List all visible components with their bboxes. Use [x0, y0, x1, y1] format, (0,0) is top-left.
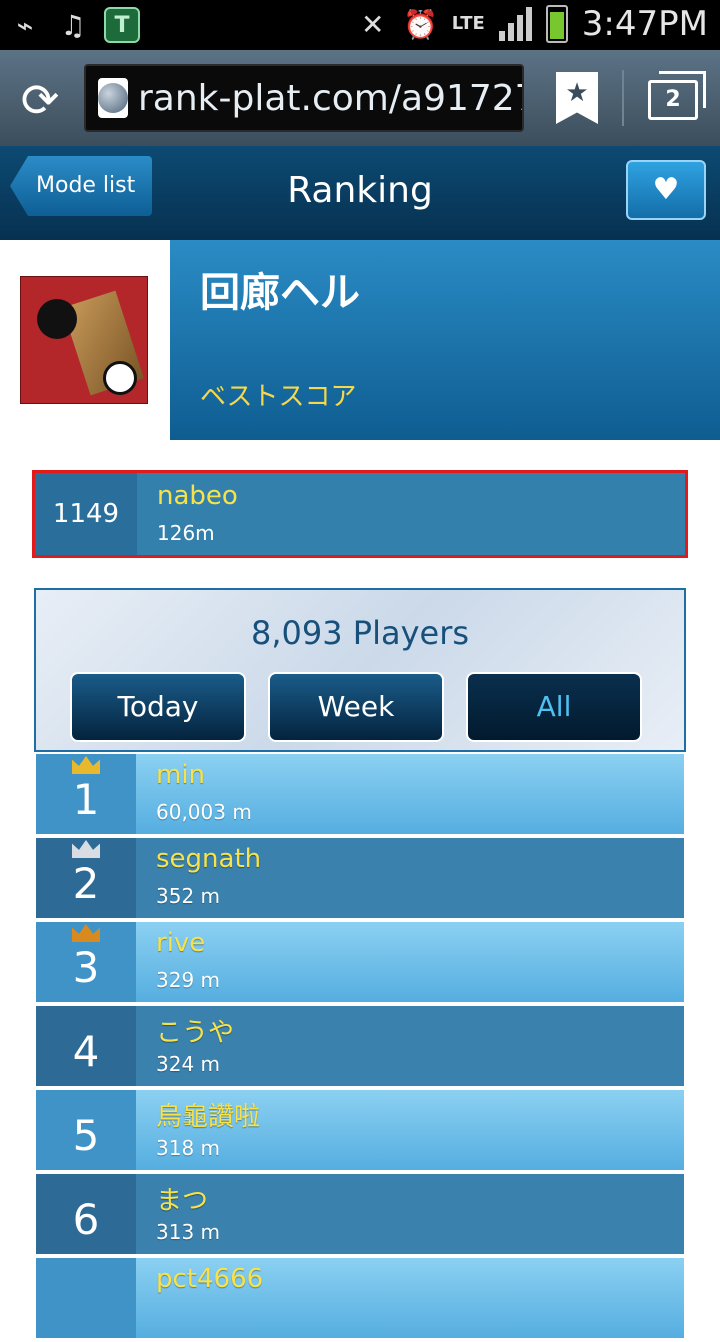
bookmark-icon[interactable]: ★ [556, 72, 598, 124]
player-name: 烏龜讚啦 [156, 1102, 261, 1132]
tabs-button[interactable]: 2 [648, 71, 706, 120]
url-bar[interactable]: rank-plat.com/a9172706 [84, 64, 524, 132]
players-count: 8,093 Players [250, 614, 470, 652]
ranking-row[interactable]: 6 まつ 313 m [36, 1174, 684, 1254]
player-score: 329 m [156, 968, 221, 992]
ranking-row[interactable]: 1 min 60,003 m [36, 754, 684, 834]
headset-icon: ♫ [60, 8, 86, 42]
android-favorite-icon[interactable]: ♥ [626, 160, 706, 220]
players-panel: 8,093 Players Today Week All [34, 588, 686, 752]
signal-icon [498, 7, 532, 41]
network-type: LTE [451, 13, 485, 34]
player-name: min [156, 760, 206, 790]
app-header: Mode list Ranking ♥ [0, 146, 720, 240]
rank-number: 6 [36, 1174, 136, 1254]
url-text: rank-plat.com/a9172706 [138, 77, 522, 119]
ranking-row[interactable]: 3 rive 329 m [36, 922, 684, 1002]
player-score: 60,003 m [156, 800, 252, 824]
filter-all-button[interactable]: All [466, 672, 642, 742]
filter-week-button[interactable]: Week [268, 672, 444, 742]
app-notification-icon: T [104, 7, 140, 43]
ranking-row[interactable]: 4 こうや 324 m [36, 1006, 684, 1086]
player-score: 313 m [156, 1220, 221, 1244]
rank-number [36, 1258, 136, 1338]
player-score: 318 m [156, 1136, 221, 1160]
player-name: segnath [156, 844, 262, 874]
my-rank-score: 126m [157, 521, 215, 545]
ranking-row[interactable]: 5 烏龜讚啦 318 m [36, 1090, 684, 1170]
usb-icon: ⌁ [16, 8, 34, 42]
game-subtitle: ベストスコア [200, 382, 357, 412]
browser-toolbar: ⟳ rank-plat.com/a9172706 ★ 2 [0, 50, 720, 146]
my-rank-row[interactable]: 1149 nabeo 126m [32, 470, 688, 558]
player-name: rive [156, 928, 206, 958]
game-thumbnail-frame [0, 240, 170, 440]
mute-icon: ✕ [360, 7, 385, 41]
my-rank-number: 1149 [35, 473, 137, 555]
player-score: 352 m [156, 884, 221, 908]
game-title: 回廊ヘル [200, 270, 360, 316]
rank-number: 4 [36, 1006, 136, 1086]
ranking-row[interactable]: 2 segnath 352 m [36, 838, 684, 918]
reload-icon[interactable]: ⟳ [14, 74, 66, 126]
player-score: 324 m [156, 1052, 221, 1076]
globe-icon [98, 78, 128, 118]
battery-charging-icon [545, 5, 568, 43]
page-title: Ranking [287, 170, 433, 211]
game-thumbnail [20, 276, 148, 404]
player-name: pct4666 [156, 1264, 264, 1294]
player-name: まつ [156, 1186, 209, 1216]
status-time: 3:47PM [581, 4, 708, 44]
ranking-row[interactable]: pct4666 [36, 1258, 684, 1338]
alarm-icon: ⏰ [403, 7, 439, 41]
my-rank-name: nabeo [157, 481, 238, 511]
ranking-list: 1 min 60,003 m 2 segnath 352 m 3 rive 32… [36, 754, 684, 1342]
rank-number: 5 [36, 1090, 136, 1170]
player-name: こうや [156, 1018, 235, 1048]
filter-today-button[interactable]: Today [70, 672, 246, 742]
status-bar: ⌁ ♫ T ✕ ⏰ LTE 3:47PM [0, 0, 720, 50]
game-banner: 回廊ヘル ベストスコア [0, 240, 720, 440]
toolbar-divider [622, 70, 624, 126]
